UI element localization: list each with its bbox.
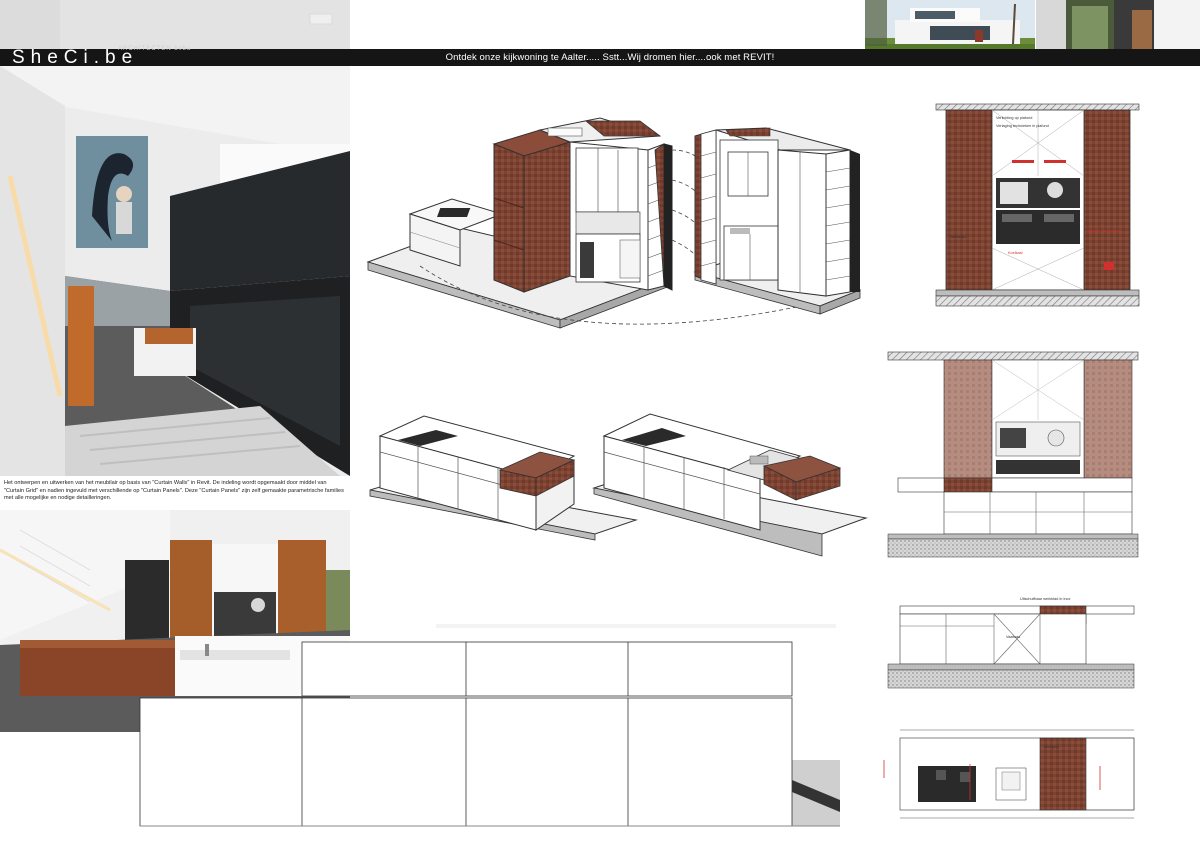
large-front-elevation (139, 624, 840, 827)
isometric-kitchen-exploded (693, 127, 862, 315)
island-isometric-open (592, 413, 868, 557)
note-pullout-worktop: Uitschuifbaar werkblad in inox (1020, 597, 1071, 601)
island-isometric-closed (369, 415, 638, 541)
note-cabinet: Werkkast (950, 235, 967, 239)
island-plan: Afzuiging (883, 729, 1135, 819)
elevation-kitchen-wall: Verlichting op plafond Verlaging technie… (935, 103, 1140, 307)
drawings-canvas: Verlichting op plafond Verlaging technie… (139, 103, 1140, 827)
isometric-kitchen-view (366, 117, 673, 329)
elevation-kitchen-section (887, 351, 1139, 558)
note-dishwasher: Vaatwas (1006, 635, 1020, 639)
note-steam-oven: Dakfolie / Stoomoven (1086, 229, 1122, 233)
note-ceiling-light: Verlichting op plafond (996, 116, 1032, 120)
note-ceiling-tech: Verlaging technieken in plafond (996, 124, 1049, 128)
note-hood: Afzuiging (1044, 745, 1058, 749)
island-elevation: Uitschuifbaar werkblad in inox Vaatwas (887, 597, 1135, 689)
note-fridge: Koelkast (1008, 251, 1024, 255)
